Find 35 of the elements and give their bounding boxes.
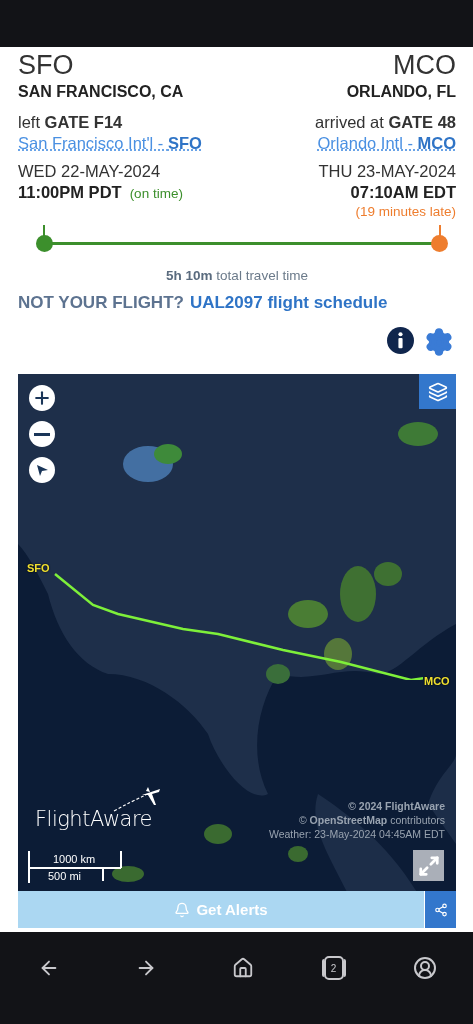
attribution-text: Weather: 23-May-2024 04:45AM EDT (268, 827, 445, 841)
date-text: THU 23-MAY-2024 (318, 161, 456, 181)
not-your-flight-text: NOT YOUR FLIGHT? (18, 293, 184, 313)
airport-code: MCO (393, 49, 456, 81)
attribution-text: © OpenStreetMap contributors (298, 813, 445, 827)
gate-text: arrived at GATE 48 (315, 112, 456, 132)
date-text: WED 22-MAY-2024 (18, 161, 161, 181)
layers-icon (427, 381, 448, 402)
expand-icon (417, 854, 440, 877)
share-button[interactable] (425, 891, 456, 928)
flight-map[interactable]: SFO MCO FlightAware © 2024 FlightAware © OpenStreetMap contributors Weather: 23-May-2024 04:45AM EDT 1000 km 500 mi (18, 374, 456, 891)
bell-icon (174, 901, 191, 918)
city-name: ORLANDO, FL (346, 82, 456, 102)
city-name: SAN FRANCISCO, CA (18, 82, 184, 102)
plus-icon (32, 388, 52, 408)
map-label: MCO (424, 675, 450, 687)
attribution-text: © 2024 FlightAware (348, 799, 445, 813)
travel-time: 5h 10m total travel time (165, 268, 309, 283)
airport-link[interactable]: Orlando Intl - MCO (317, 132, 456, 154)
time-text: 11:00PM PDT (18, 182, 122, 203)
time-text: 07:10AM EDT (350, 182, 456, 203)
tabs-button[interactable]: 2 (323, 956, 344, 980)
airport-link[interactable]: San Francisco Int'l - SFO (18, 132, 202, 154)
map-label: SFO (27, 562, 50, 574)
flight-schedule-link[interactable]: UAL2097 flight schedule (189, 293, 388, 313)
layers-button[interactable] (419, 374, 456, 409)
scale-bar: 1000 km 500 mi (28, 851, 122, 883)
status-text: (on time) (129, 185, 183, 203)
share-icon (433, 902, 448, 917)
minus-icon (34, 432, 50, 436)
gate-text: left GATE F14 (18, 112, 123, 132)
status-text: (19 minutes late) (355, 203, 456, 221)
logo-text: FlightAware (35, 807, 153, 831)
info-icon[interactable] (387, 327, 414, 357)
airport-code: SFO (18, 49, 74, 81)
